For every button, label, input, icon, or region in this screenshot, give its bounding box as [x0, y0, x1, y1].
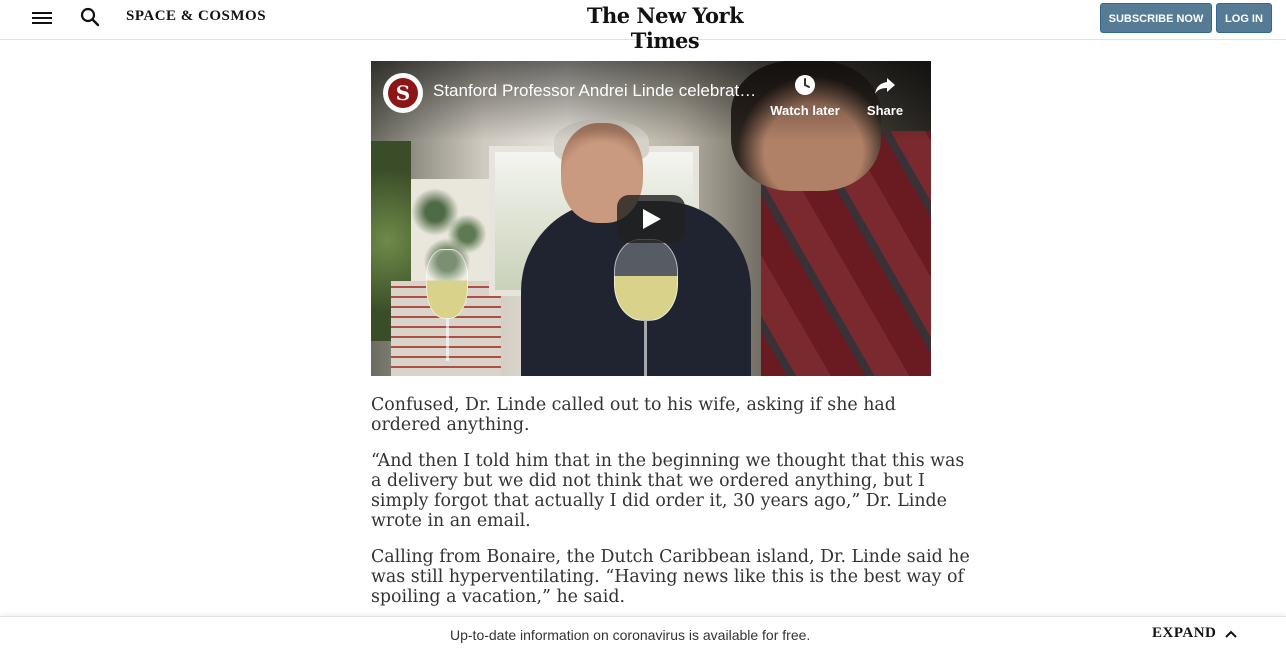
watch-later-button[interactable]: Watch later — [765, 73, 845, 118]
share-button[interactable]: Share — [845, 73, 925, 118]
login-button[interactable]: LOG IN — [1216, 3, 1272, 33]
article-paragraph: “And then I told him that in the beginni… — [371, 451, 965, 531]
menu-icon[interactable] — [32, 9, 52, 25]
share-icon — [875, 78, 895, 94]
video-title[interactable]: Stanford Professor Andrei Linde celebrat… — [433, 81, 763, 101]
watch-later-label: Watch later — [770, 103, 840, 118]
expand-label: EXPAND — [1152, 625, 1217, 641]
article-paragraph: Confused, Dr. Linde called out to his wi… — [371, 395, 896, 435]
chevron-up-icon — [1225, 630, 1238, 638]
embedded-video[interactable]: S Stanford Professor Andrei Linde celebr… — [371, 61, 931, 376]
subscribe-button[interactable]: SUBSCRIBE NOW — [1100, 3, 1212, 33]
coronavirus-notice-bar: Up-to-date information on coronavirus is… — [0, 616, 1286, 664]
search-icon[interactable] — [79, 6, 101, 28]
expand-button[interactable]: EXPAND — [1152, 625, 1238, 642]
share-label: Share — [866, 103, 904, 118]
clock-icon — [795, 75, 815, 95]
play-icon — [643, 209, 661, 229]
play-button[interactable] — [617, 195, 685, 243]
stanford-logo-icon: S — [388, 78, 418, 108]
channel-avatar[interactable]: S — [383, 73, 423, 113]
coronavirus-notice-text: Up-to-date information on coronavirus is… — [450, 627, 811, 643]
section-title[interactable]: SPACE & COSMOS — [126, 8, 266, 25]
masthead: SPACE & COSMOS The New York Times SUBSCR… — [0, 0, 1286, 53]
article-paragraph: Calling from Bonaire, the Dutch Caribbea… — [371, 547, 970, 607]
article-body: Confused, Dr. Linde called out to his wi… — [371, 395, 971, 623]
nyt-logo[interactable]: The New York Times — [560, 3, 770, 53]
